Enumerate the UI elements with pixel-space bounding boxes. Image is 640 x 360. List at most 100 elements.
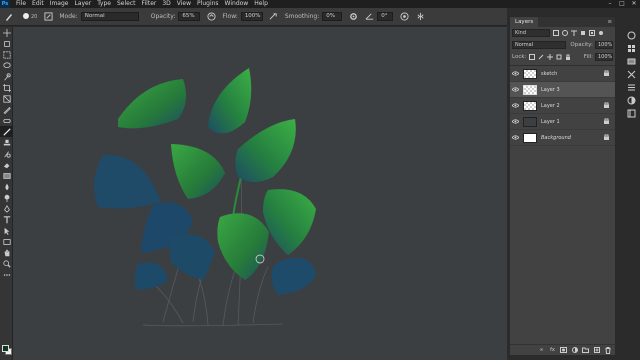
more-tools-icon[interactable] — [0, 269, 13, 280]
add-mask-icon[interactable] — [558, 346, 569, 355]
brush-tool-preset-icon[interactable] — [3, 11, 15, 23]
lock-all-icon[interactable] — [564, 54, 571, 61]
photoshop-logo[interactable]: Ps — [0, 0, 10, 8]
dodge-tool-icon[interactable] — [0, 192, 13, 203]
adjustments-panel-icon[interactable] — [625, 94, 637, 106]
visibility-eye-icon[interactable] — [510, 87, 520, 92]
layer-name: sketch — [541, 70, 558, 77]
mode-label: Mode: — [59, 13, 78, 20]
color-panel-icon[interactable] — [625, 29, 637, 41]
menu-window[interactable]: Window — [225, 0, 249, 8]
menu-3d[interactable]: 3D — [162, 0, 170, 8]
blend-mode-select[interactable]: Normal — [512, 41, 567, 49]
menu-plugins[interactable]: Plugins — [197, 0, 219, 8]
filter-kind-select[interactable]: Kind — [512, 29, 550, 37]
blur-tool-icon[interactable] — [0, 181, 13, 192]
eraser-tool-icon[interactable] — [0, 159, 13, 170]
link-layers-icon[interactable]: ∞ — [536, 346, 547, 355]
menu-select[interactable]: Select — [117, 0, 136, 8]
type-tool-icon[interactable] — [0, 214, 13, 225]
filter-shape-icon[interactable] — [579, 30, 586, 37]
lock-artboard-icon[interactable] — [555, 54, 562, 61]
lasso-tool-icon[interactable] — [0, 60, 13, 71]
layer-row-layer-1[interactable]: Layer 1 — [510, 114, 615, 130]
angle-input[interactable]: 0° — [377, 12, 394, 21]
clone-stamp-tool-icon[interactable] — [0, 137, 13, 148]
new-layer-icon[interactable] — [591, 346, 602, 355]
marquee-tool-icon[interactable] — [0, 49, 13, 60]
brush-tool-icon[interactable] — [0, 126, 13, 137]
layer-row-layer-2[interactable]: Layer 2 — [510, 98, 615, 114]
new-group-icon[interactable] — [580, 346, 591, 355]
symmetry-icon[interactable] — [415, 12, 425, 22]
airbrush-icon[interactable] — [269, 12, 279, 22]
layer-row-background[interactable]: Background — [510, 130, 615, 146]
menu-filter[interactable]: Filter — [142, 0, 157, 8]
patterns-panel-icon[interactable] — [625, 68, 637, 80]
filter-smart-object-icon[interactable] — [588, 30, 595, 37]
pen-tool-icon[interactable] — [0, 203, 13, 214]
document-canvas[interactable] — [13, 27, 507, 360]
eyedropper-tool-icon[interactable] — [0, 104, 13, 115]
foreground-color-swatch[interactable] — [2, 345, 9, 352]
hand-tool-icon[interactable] — [0, 247, 13, 258]
menu-edit[interactable]: Edit — [32, 0, 44, 8]
properties-panel-icon[interactable] — [625, 81, 637, 93]
menu-image[interactable]: Image — [50, 0, 69, 8]
libraries-panel-icon[interactable] — [625, 107, 637, 119]
frame-tool-icon[interactable] — [0, 93, 13, 104]
smoothing-input[interactable]: 0% — [322, 12, 343, 21]
brush-settings-icon[interactable] — [43, 12, 53, 22]
history-brush-tool-icon[interactable] — [0, 148, 13, 159]
brush-size-picker[interactable] — [21, 12, 31, 22]
gradients-panel-icon[interactable] — [625, 55, 637, 67]
leaf — [208, 68, 252, 134]
lock-image-pixels-icon[interactable] — [537, 54, 544, 61]
close-icon[interactable]: ✕ — [628, 0, 640, 8]
artboard-tool-icon[interactable] — [0, 38, 13, 49]
tab-layers[interactable]: Layers — [510, 17, 539, 27]
layer-style-icon[interactable]: fx — [547, 346, 558, 355]
layer-row-layer-3[interactable]: Layer 3 — [510, 82, 615, 98]
pressure-size-icon[interactable] — [399, 12, 409, 22]
healing-brush-tool-icon[interactable] — [0, 115, 13, 126]
fill-input[interactable]: 100% — [595, 53, 613, 61]
rectangle-tool-icon[interactable] — [0, 236, 13, 247]
minimize-icon[interactable]: – — [604, 0, 616, 8]
filter-pixel-icon[interactable] — [552, 30, 559, 37]
zoom-tool-icon[interactable] — [0, 258, 13, 269]
mode-select[interactable]: Normal — [80, 12, 139, 21]
menu-type[interactable]: Type — [97, 0, 111, 8]
flow-input[interactable]: 100% — [240, 12, 263, 21]
menu-layer[interactable]: Layer — [74, 0, 91, 8]
pressure-opacity-icon[interactable] — [206, 12, 216, 22]
opacity-input[interactable]: 65% — [178, 12, 201, 21]
menu-help[interactable]: Help — [254, 0, 268, 8]
visibility-eye-icon[interactable] — [510, 119, 520, 124]
maximize-icon[interactable]: □ — [616, 0, 628, 8]
visibility-eye-icon[interactable] — [510, 71, 520, 76]
move-tool-icon[interactable] — [0, 27, 13, 38]
panel-menu-icon[interactable]: ≡ — [602, 17, 615, 27]
visibility-eye-icon[interactable] — [510, 103, 520, 108]
lock-transparent-pixels-icon[interactable] — [528, 54, 535, 61]
path-selection-tool-icon[interactable] — [0, 225, 13, 236]
lock-position-icon[interactable] — [546, 54, 553, 61]
crop-tool-icon[interactable] — [0, 82, 13, 93]
filter-toggle-icon[interactable] — [597, 30, 604, 37]
adjustment-layer-icon[interactable] — [569, 346, 580, 355]
quick-select-tool-icon[interactable] — [0, 71, 13, 82]
menu-view[interactable]: View — [177, 0, 191, 8]
filter-type-icon[interactable] — [570, 30, 577, 37]
layer-opacity-input[interactable]: 100% — [595, 41, 613, 49]
delete-layer-icon[interactable] — [602, 346, 613, 355]
swatches-panel-icon[interactable] — [625, 42, 637, 54]
filter-adjustment-icon[interactable] — [561, 30, 568, 37]
smoothing-options-gear-icon[interactable] — [348, 12, 358, 22]
menu-file[interactable]: File — [16, 0, 26, 8]
visibility-eye-icon[interactable] — [510, 135, 520, 140]
stem — [232, 176, 242, 218]
gradient-tool-icon[interactable] — [0, 170, 13, 181]
layer-row-sketch[interactable]: sketch — [510, 66, 615, 82]
layer-name: Layer 3 — [541, 86, 560, 93]
